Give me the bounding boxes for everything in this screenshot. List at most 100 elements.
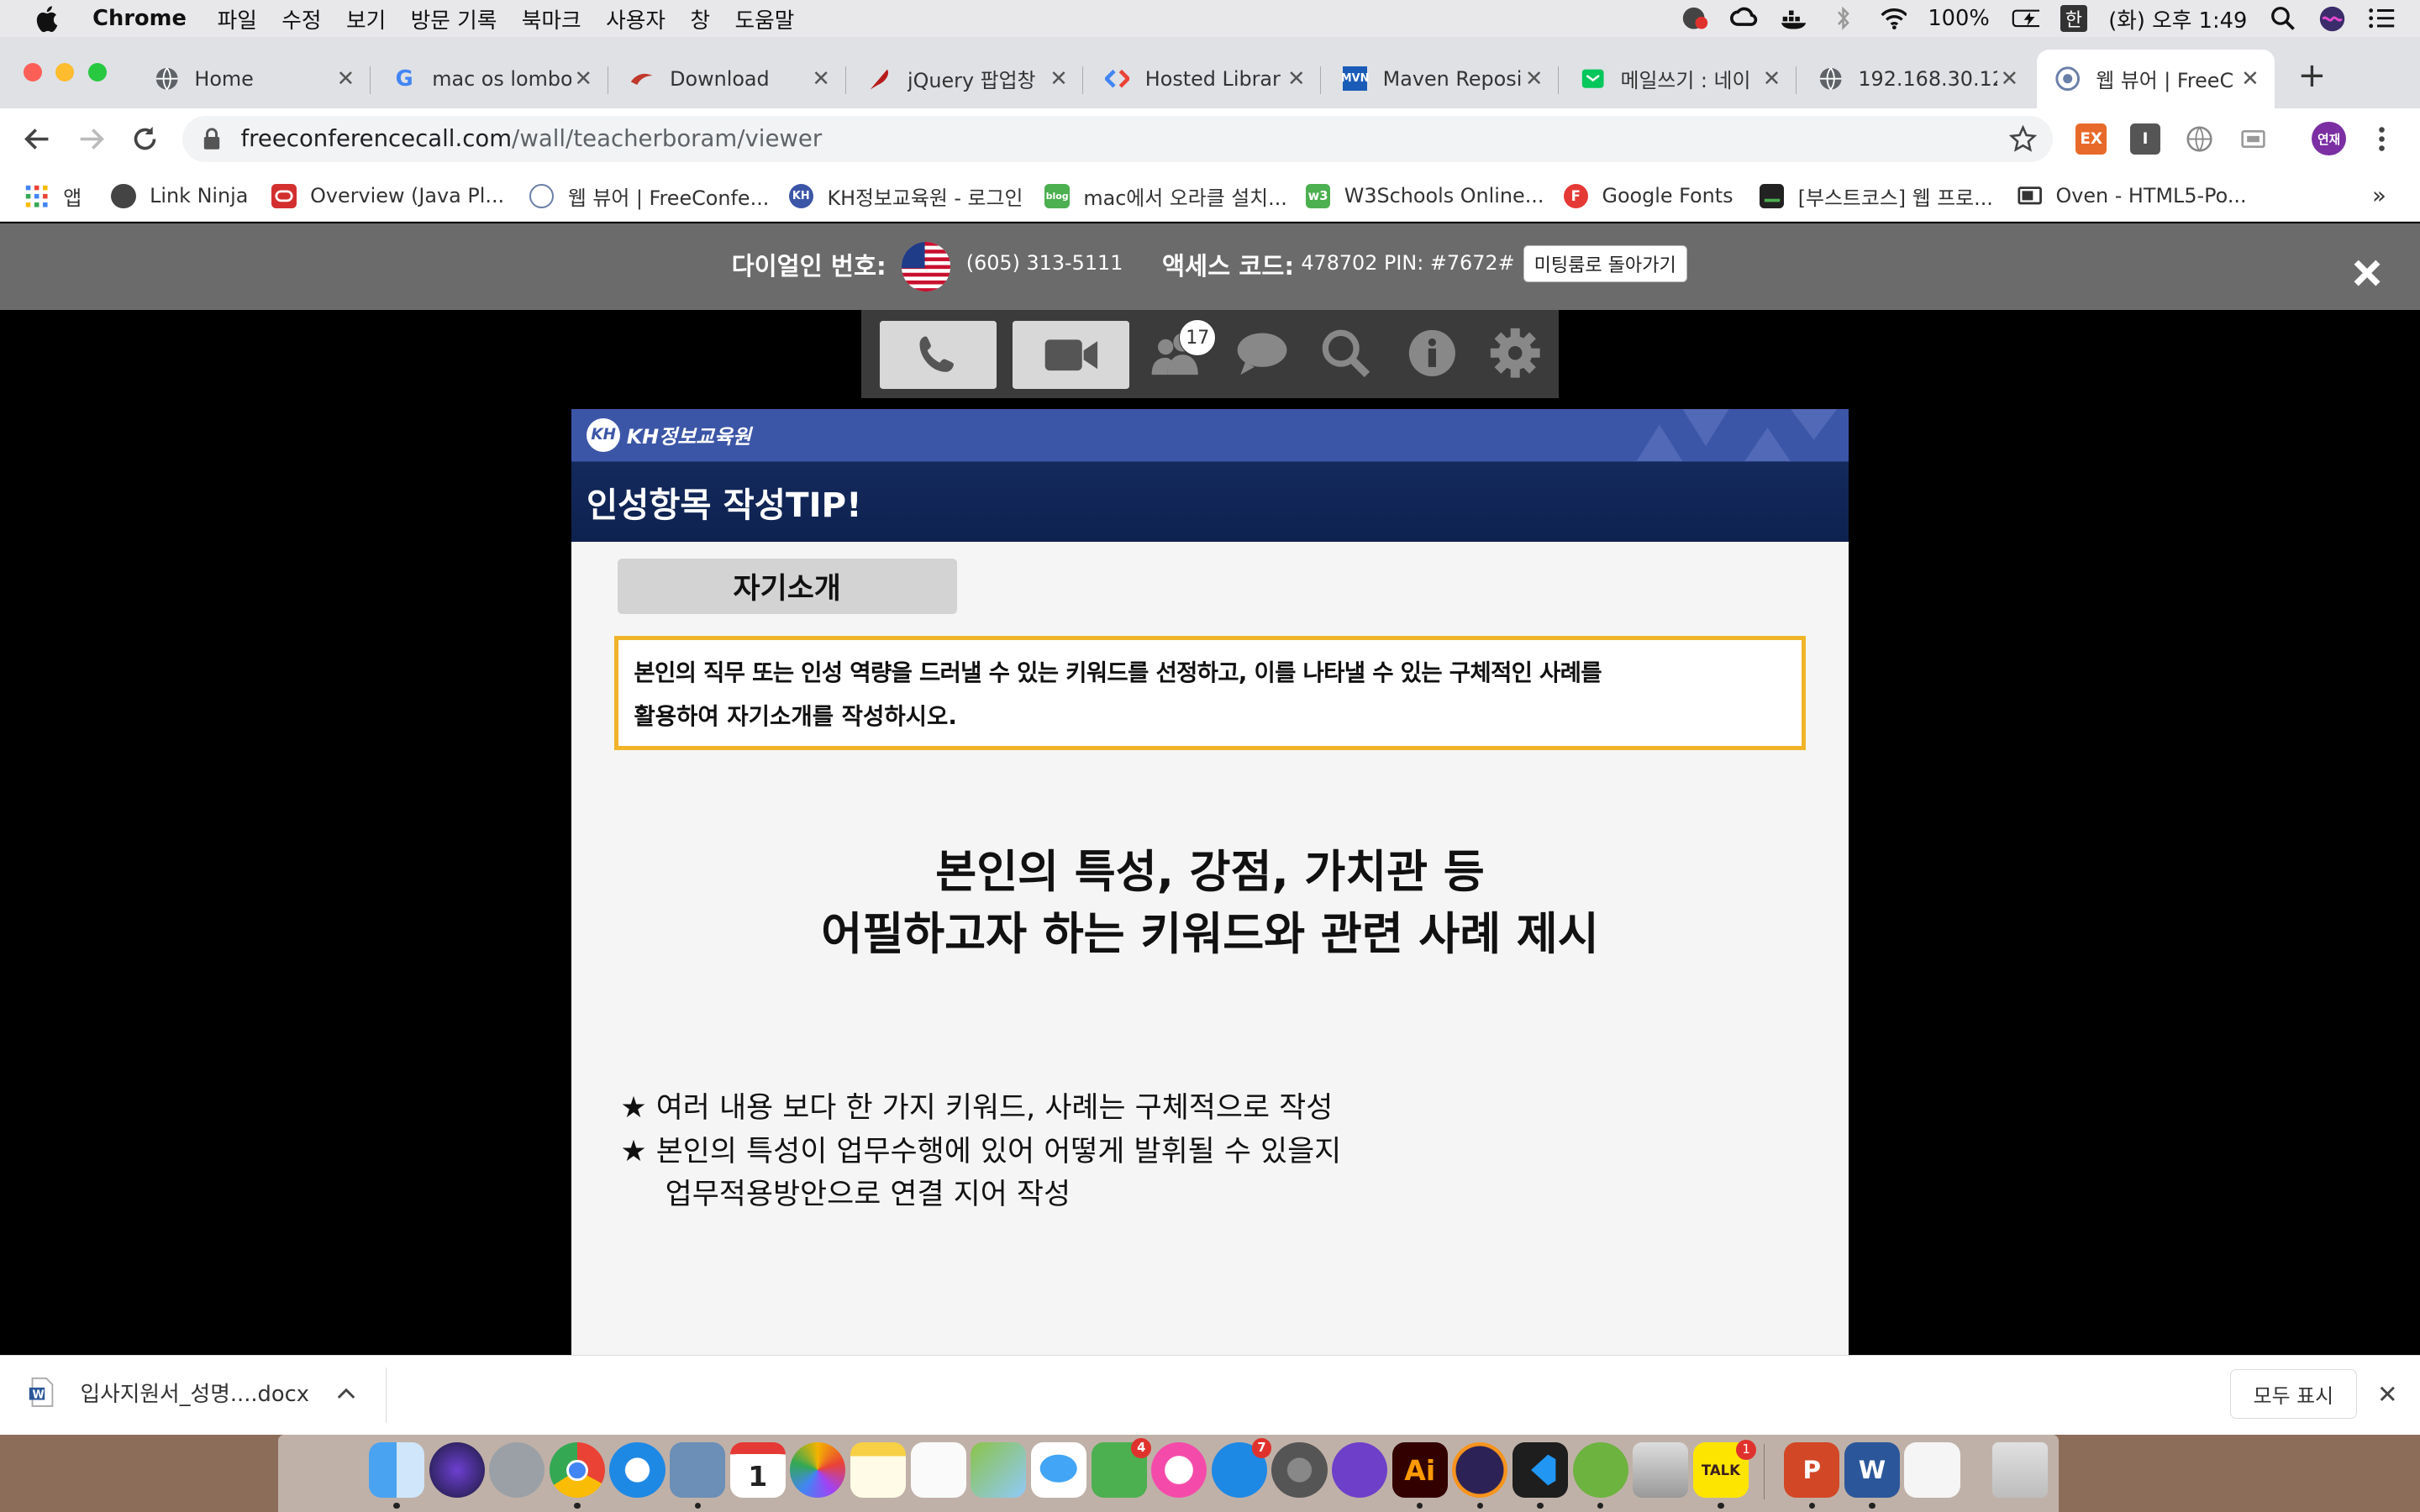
window-minimize-button[interactable] bbox=[55, 63, 75, 82]
bookmark-web-viewer[interactable]: 웹 뷰어 | FreeConfe... bbox=[529, 181, 769, 212]
launchpad-icon[interactable] bbox=[489, 1442, 545, 1499]
calendar-icon[interactable]: 1 bbox=[729, 1442, 786, 1499]
cast-extension-icon[interactable] bbox=[2238, 123, 2269, 155]
finder-icon[interactable] bbox=[368, 1442, 425, 1499]
menu-edit[interactable]: 수정 bbox=[281, 3, 321, 34]
bluetooth-icon[interactable] bbox=[1829, 6, 1857, 31]
new-tab-icon[interactable]: + bbox=[2296, 58, 2328, 92]
facetime-icon[interactable]: 4 bbox=[1091, 1437, 1152, 1499]
bookmark-java-overview[interactable]: Overview (Java Pl... bbox=[271, 181, 504, 212]
bookmark-apps[interactable]: 앱 bbox=[24, 181, 82, 212]
tab-local-ip[interactable]: 192.168.30.12 ✕ bbox=[1800, 50, 2034, 108]
bookmark-mac-oracle[interactable]: blog mac에서 오라클 설치... bbox=[1044, 181, 1287, 212]
database-icon[interactable] bbox=[1633, 1442, 1689, 1499]
more-bookmarks-icon[interactable]: » bbox=[2372, 181, 2386, 212]
docker-icon[interactable] bbox=[1780, 6, 1807, 30]
bookmark-google-fonts[interactable]: F Google Fonts bbox=[1563, 181, 1733, 212]
close-tab-icon[interactable]: ✕ bbox=[1522, 66, 1546, 92]
battery-charging-icon[interactable] bbox=[2012, 6, 2039, 30]
window-close-button[interactable] bbox=[23, 63, 42, 82]
search-icon[interactable] bbox=[1318, 326, 1374, 381]
bookmark-oven[interactable]: Oven - HTML5-Po... bbox=[2018, 181, 2247, 212]
safari-icon[interactable] bbox=[609, 1442, 666, 1499]
menu-bookmarks[interactable]: 북마크 bbox=[522, 3, 581, 34]
tab-home[interactable]: Home ✕ bbox=[136, 50, 371, 108]
bookmark-star-icon[interactable] bbox=[2009, 124, 2038, 153]
input-method-indicator[interactable]: 한 bbox=[2060, 5, 2087, 33]
close-tab-icon[interactable]: ✕ bbox=[1760, 66, 1784, 92]
window-zoom-button[interactable] bbox=[87, 63, 107, 82]
menubar-clock[interactable]: (화) 오후 1:49 bbox=[2108, 3, 2247, 34]
address-bar[interactable]: freeconferencecall.com/wall/teacherboram… bbox=[182, 115, 2053, 162]
wifi-icon[interactable] bbox=[1879, 6, 1907, 30]
powerpoint-icon[interactable]: P bbox=[1784, 1442, 1840, 1499]
close-tab-icon[interactable]: ✕ bbox=[334, 66, 358, 92]
tab-jquery-popup[interactable]: jQuery 팝업창 ✕ bbox=[849, 50, 1084, 108]
close-tab-icon[interactable]: ✕ bbox=[808, 66, 833, 92]
menu-people[interactable]: 사용자 bbox=[606, 3, 666, 34]
bookmark-kh-login[interactable]: KH KH정보교육원 - 로그인 bbox=[788, 181, 1023, 212]
tab-maven-repository[interactable]: MVN Maven Reposi ✕ bbox=[1324, 50, 1560, 108]
word-icon[interactable]: W bbox=[1844, 1442, 1900, 1499]
maps-icon[interactable] bbox=[971, 1442, 1027, 1499]
chrome-icon[interactable] bbox=[549, 1442, 605, 1499]
close-icon[interactable] bbox=[2349, 255, 2386, 291]
close-tab-icon[interactable]: ✕ bbox=[1284, 66, 1308, 92]
reminders-icon[interactable] bbox=[910, 1442, 966, 1499]
siri-icon[interactable] bbox=[2318, 6, 2346, 31]
back-arrow-icon[interactable] bbox=[22, 123, 53, 155]
chevron-up-icon[interactable] bbox=[337, 1380, 355, 1405]
app-store-icon[interactable]: 7 bbox=[1211, 1437, 1272, 1499]
notes-icon[interactable] bbox=[850, 1442, 907, 1499]
preview-icon[interactable] bbox=[670, 1442, 726, 1499]
download-item[interactable]: W 입사지원서_성명....docx bbox=[28, 1377, 355, 1408]
document-stack-icon[interactable] bbox=[1904, 1442, 1960, 1499]
app-menu-chrome[interactable]: Chrome bbox=[92, 6, 187, 31]
tab-mac-os[interactable]: G mac os lombo ✕ bbox=[373, 50, 608, 108]
spring-tool-icon[interactable] bbox=[1572, 1442, 1628, 1499]
creative-cloud-icon[interactable] bbox=[1730, 6, 1758, 30]
siri-icon[interactable] bbox=[429, 1442, 485, 1499]
apple-icon[interactable] bbox=[34, 5, 61, 33]
tab-naver-mail[interactable]: 메일쓰기 : 네이 ✕ bbox=[1562, 50, 1797, 108]
menu-help[interactable]: 도움말 bbox=[734, 3, 794, 34]
vscode-icon[interactable] bbox=[1512, 1442, 1569, 1499]
close-tab-icon[interactable]: ✕ bbox=[2238, 66, 2262, 92]
close-tab-icon[interactable]: ✕ bbox=[1997, 66, 2022, 92]
close-download-bar-icon[interactable]: ✕ bbox=[2374, 1380, 2402, 1409]
menu-view[interactable]: 보기 bbox=[346, 3, 386, 34]
menu-file[interactable]: 파일 bbox=[218, 3, 257, 34]
bookmark-boostcourse[interactable]: [부스트코스] 웹 프로... bbox=[1759, 181, 1993, 212]
ex-extension-icon[interactable]: EX bbox=[2075, 123, 2107, 155]
bookmark-w3schools[interactable]: w3 W3Schools Online... bbox=[1305, 181, 1544, 212]
lock-icon[interactable] bbox=[201, 128, 223, 150]
eclipse-icon[interactable] bbox=[1452, 1442, 1508, 1499]
i-extension-icon[interactable]: I bbox=[2129, 123, 2161, 155]
audio-phone-button[interactable] bbox=[879, 321, 997, 389]
tab-download[interactable]: Download ✕ bbox=[611, 50, 846, 108]
info-icon[interactable] bbox=[1404, 326, 1460, 381]
chrome-menu-icon[interactable] bbox=[2366, 123, 2397, 155]
menu-history[interactable]: 방문 기록 bbox=[411, 3, 497, 34]
notification-app-icon[interactable] bbox=[1681, 6, 1709, 30]
video-camera-button[interactable] bbox=[1012, 321, 1130, 389]
back-to-meeting-button[interactable]: 미팅룸로 돌아가기 bbox=[1523, 245, 1687, 283]
translate-extension-icon[interactable] bbox=[2184, 123, 2215, 155]
illustrator-icon[interactable]: Ai bbox=[1392, 1442, 1448, 1499]
trash-icon[interactable] bbox=[1992, 1442, 2049, 1499]
tab-hosted-libraries[interactable]: Hosted Librar ✕ bbox=[1086, 50, 1322, 108]
system-preferences-icon[interactable] bbox=[1271, 1442, 1328, 1499]
menu-window[interactable]: 창 bbox=[690, 3, 710, 34]
settings-gear-icon[interactable] bbox=[1488, 326, 1544, 381]
itunes-icon[interactable] bbox=[1151, 1442, 1207, 1499]
messages-icon[interactable] bbox=[1030, 1442, 1086, 1499]
show-all-downloads-button[interactable]: 모두 표시 bbox=[2230, 1369, 2357, 1419]
close-tab-icon[interactable]: ✕ bbox=[1046, 66, 1071, 92]
notification-center-icon[interactable] bbox=[2368, 6, 2396, 30]
bookmark-link-ninja[interactable]: Link Ninja bbox=[111, 181, 248, 212]
photos-icon[interactable] bbox=[790, 1442, 846, 1499]
chat-icon[interactable] bbox=[1234, 326, 1290, 381]
spotlight-search-icon[interactable] bbox=[2269, 6, 2296, 31]
profile-avatar[interactable]: 연재 bbox=[2312, 122, 2346, 156]
github-icon[interactable] bbox=[1332, 1442, 1388, 1499]
